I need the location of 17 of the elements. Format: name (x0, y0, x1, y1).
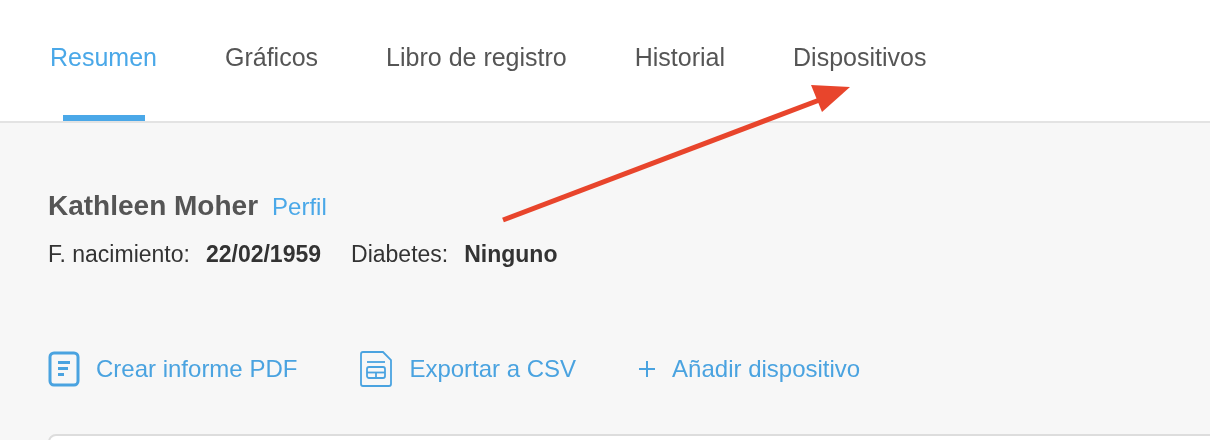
birth-date-label: F. nacimiento: (48, 240, 190, 269)
diabetes-label: Diabetes: (351, 240, 449, 269)
spreadsheet-icon (359, 349, 394, 388)
tab[interactable]: Historial (632, 0, 728, 121)
document-icon (48, 350, 80, 387)
patient-name: Kathleen Moher (48, 189, 259, 223)
tab[interactable]: Resumen (48, 0, 159, 121)
plus-icon (638, 359, 657, 378)
birth-date-value: 22/02/1959 (205, 240, 322, 269)
tab[interactable]: Dispositivos (791, 0, 929, 121)
action-button[interactable]: Exportar a CSV (359, 349, 577, 388)
diabetes-value: Ninguno (464, 240, 558, 269)
tab[interactable]: Libro de registro (384, 0, 569, 121)
tab[interactable]: Gráficos (223, 0, 321, 121)
action-button[interactable]: Añadir dispositivo (638, 350, 861, 387)
action-button[interactable]: Crear informe PDF (48, 350, 298, 387)
profile-link[interactable]: Perfil (272, 189, 327, 225)
